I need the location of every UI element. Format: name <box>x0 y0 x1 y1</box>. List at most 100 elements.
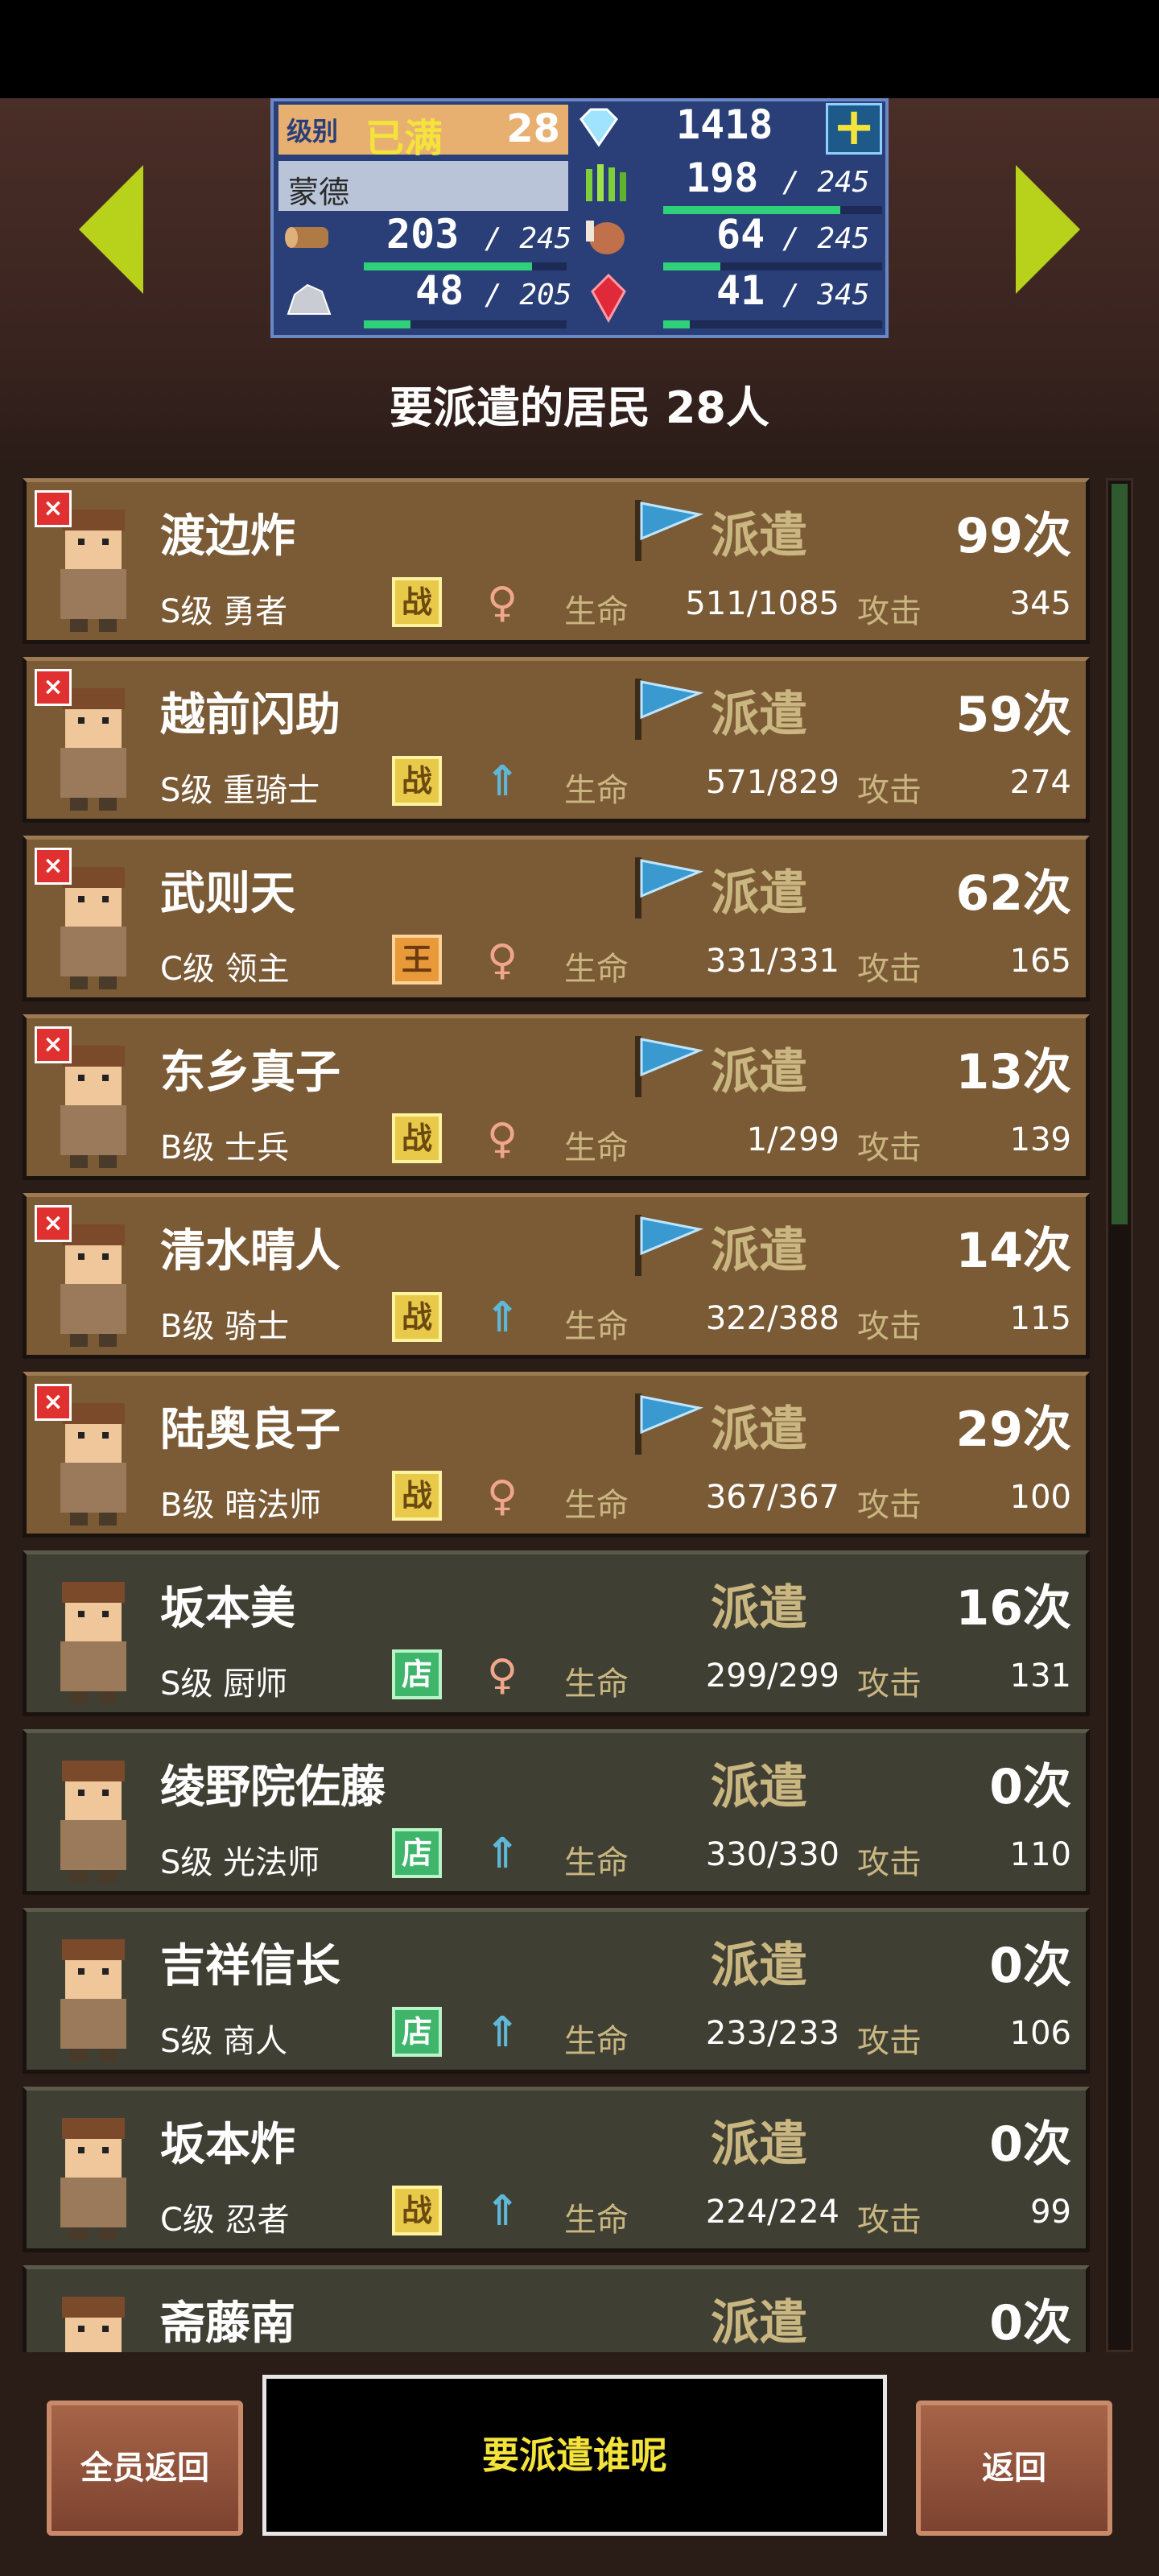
hp-value: 331/331 <box>705 943 839 980</box>
dispatch-flag-icon <box>632 498 704 563</box>
grass-icon <box>580 159 631 211</box>
resident-name: 武则天 <box>160 868 295 920</box>
resident-grade: S级 重骑士 <box>160 772 320 809</box>
hp-label: 生命 <box>564 1129 629 1166</box>
add-gems-button[interactable]: + <box>826 101 882 155</box>
resident-row[interactable]: × 武则天 派遣 62次 C级 领主 王 ♀ 生命 331/331 攻击 165 <box>23 836 1090 1001</box>
female-icon: ♀ <box>486 579 518 627</box>
attack-label: 攻击 <box>857 951 922 988</box>
ore-icon <box>283 274 335 325</box>
king-badge: 王 <box>392 935 442 985</box>
town-name: 蒙德 <box>288 175 350 210</box>
war-badge: 战 <box>392 756 442 806</box>
recall-x-icon[interactable]: × <box>35 1384 72 1421</box>
dispatch-flag-icon <box>632 677 704 741</box>
dispatch-label: 派遣 <box>711 1223 807 1279</box>
grass-value: 198 <box>686 155 759 201</box>
recall-x-icon[interactable]: × <box>35 1205 72 1242</box>
hp-label: 生命 <box>564 1308 629 1345</box>
hp-value: 224/224 <box>705 2194 839 2231</box>
back-button[interactable]: 返回 <box>916 2401 1112 2536</box>
dispatch-count: 16次 <box>955 1580 1072 1637</box>
attack-label: 攻击 <box>857 593 922 630</box>
dispatch-label: 派遣 <box>711 2295 807 2351</box>
resident-grade: S级 光法师 <box>160 1844 320 1881</box>
hp-value: 367/367 <box>705 1479 839 1516</box>
resident-row[interactable]: × 东乡真子 派遣 13次 B级 士兵 战 ♀ 生命 1/299 攻击 139 <box>23 1014 1090 1180</box>
resident-avatar <box>33 1918 154 2066</box>
shop-badge: 店 <box>392 1649 442 1699</box>
message-text: 要派遣谁呢 <box>482 2434 667 2477</box>
recall-x-icon[interactable]: × <box>35 490 72 527</box>
resident-grade: S级 厨师 <box>160 1666 288 1703</box>
attack-value: 99 <box>1030 2194 1071 2231</box>
resident-row[interactable]: 坂本炸 派遣 0次 C级 忍者 战 ⇑ 生命 224/224 攻击 99 <box>23 2087 1090 2252</box>
ore-value: 48 <box>415 267 464 314</box>
dispatch-count: 0次 <box>989 2116 1071 2173</box>
resident-row[interactable]: 斋藤南 派遣 0次 <box>23 2265 1090 2352</box>
resident-name: 绫野院佐藤 <box>160 1761 386 1814</box>
attack-value: 110 <box>1009 1836 1071 1873</box>
next-town-arrow[interactable] <box>1016 165 1080 294</box>
resident-row[interactable]: 绫野院佐藤 派遣 0次 S级 光法师 店 ⇑ 生命 330/330 攻击 110 <box>23 1729 1090 1895</box>
dispatch-flag-icon <box>632 856 704 920</box>
gem-icon <box>573 105 625 156</box>
male-icon: ⇑ <box>485 2008 520 2057</box>
prev-town-arrow[interactable] <box>79 165 143 294</box>
resident-name: 清水晴人 <box>160 1225 340 1278</box>
attack-value: 345 <box>1009 585 1071 622</box>
dispatch-label: 派遣 <box>711 1580 807 1637</box>
hp-label: 生命 <box>564 2023 629 2060</box>
resident-name: 坂本美 <box>160 1583 295 1635</box>
attack-label: 攻击 <box>857 1129 922 1166</box>
resident-row[interactable]: × 渡边炸 派遣 99次 S级 勇者 战 ♀ 生命 511/1085 攻击 345 <box>23 478 1090 644</box>
dispatch-count: 14次 <box>955 1223 1072 1279</box>
dispatch-count: 0次 <box>989 2295 1071 2351</box>
level-value: 28 <box>506 106 560 151</box>
wood-value: 203 <box>386 211 460 258</box>
resident-grade: B级 士兵 <box>160 1129 290 1166</box>
resident-name: 坂本炸 <box>160 2119 295 2171</box>
female-icon: ♀ <box>486 1115 518 1163</box>
dispatch-count: 0次 <box>989 1938 1071 1994</box>
female-icon: ♀ <box>486 936 518 985</box>
resident-list[interactable]: × 渡边炸 派遣 99次 S级 勇者战 ♀ 生命 511/1085 攻击 345 × 越前闪助 派遣 59… <box>19 478 1090 2352</box>
attack-label: 攻击 <box>857 2202 922 2239</box>
hp-label: 生命 <box>564 1487 629 1524</box>
resident-row[interactable]: 坂本美 派遣 16次 S级 厨师 店 ♀ 生命 299/299 攻击 131 <box>23 1550 1090 1716</box>
hp-value: 299/299 <box>705 1657 839 1695</box>
attack-label: 攻击 <box>857 1487 922 1524</box>
male-icon: ⇑ <box>485 1294 520 1342</box>
resident-row[interactable]: × 清水晴人 派遣 14次 B级 骑士 战 ⇑ 生命 322/388 攻击 115 <box>23 1193 1090 1359</box>
meat-icon <box>580 213 631 264</box>
attack-label: 攻击 <box>857 2023 922 2060</box>
recall-x-icon[interactable]: × <box>35 669 72 706</box>
war-badge: 战 <box>392 1471 442 1521</box>
message-box: 要派遣谁呢 <box>262 2375 887 2536</box>
scrollbar-thumb[interactable] <box>1112 484 1128 1224</box>
wood-max: / 245 <box>485 222 572 255</box>
hp-value: 233/233 <box>705 2015 839 2052</box>
female-icon: ♀ <box>486 1472 518 1521</box>
recall-x-icon[interactable]: × <box>35 1026 72 1063</box>
dispatch-label: 派遣 <box>711 865 807 922</box>
resident-grade: C级 领主 <box>160 951 290 988</box>
dispatch-count: 29次 <box>955 1402 1072 1458</box>
return-all-button[interactable]: 全员返回 <box>47 2401 243 2536</box>
dispatch-count: 13次 <box>955 1044 1072 1100</box>
crystal-value: 41 <box>716 267 765 314</box>
dispatch-flag-icon <box>632 1392 704 1456</box>
recall-x-icon[interactable]: × <box>35 848 72 885</box>
hp-label: 生命 <box>564 1666 629 1703</box>
resident-row[interactable]: × 陆奥良子 派遣 29次 B级 暗法师 战 ♀ 生命 367/367 攻击 100 <box>23 1372 1090 1538</box>
wood-bar <box>364 262 567 270</box>
dispatch-count: 99次 <box>955 508 1072 564</box>
resident-grade: B级 暗法师 <box>160 1487 322 1524</box>
crystal-icon <box>583 272 634 324</box>
resident-row[interactable]: 吉祥信长 派遣 0次 S级 商人 店 ⇑ 生命 233/233 攻击 106 <box>23 1908 1090 2074</box>
shop-badge: 店 <box>392 2007 442 2057</box>
resident-name: 东乡真子 <box>160 1046 340 1099</box>
dispatch-label: 派遣 <box>711 687 807 743</box>
resident-row[interactable]: × 越前闪助 派遣 59次 S级 重骑士 战 ⇑ 生命 571/829 攻击 274 <box>23 657 1090 823</box>
list-scrollbar[interactable] <box>1106 478 1133 2352</box>
